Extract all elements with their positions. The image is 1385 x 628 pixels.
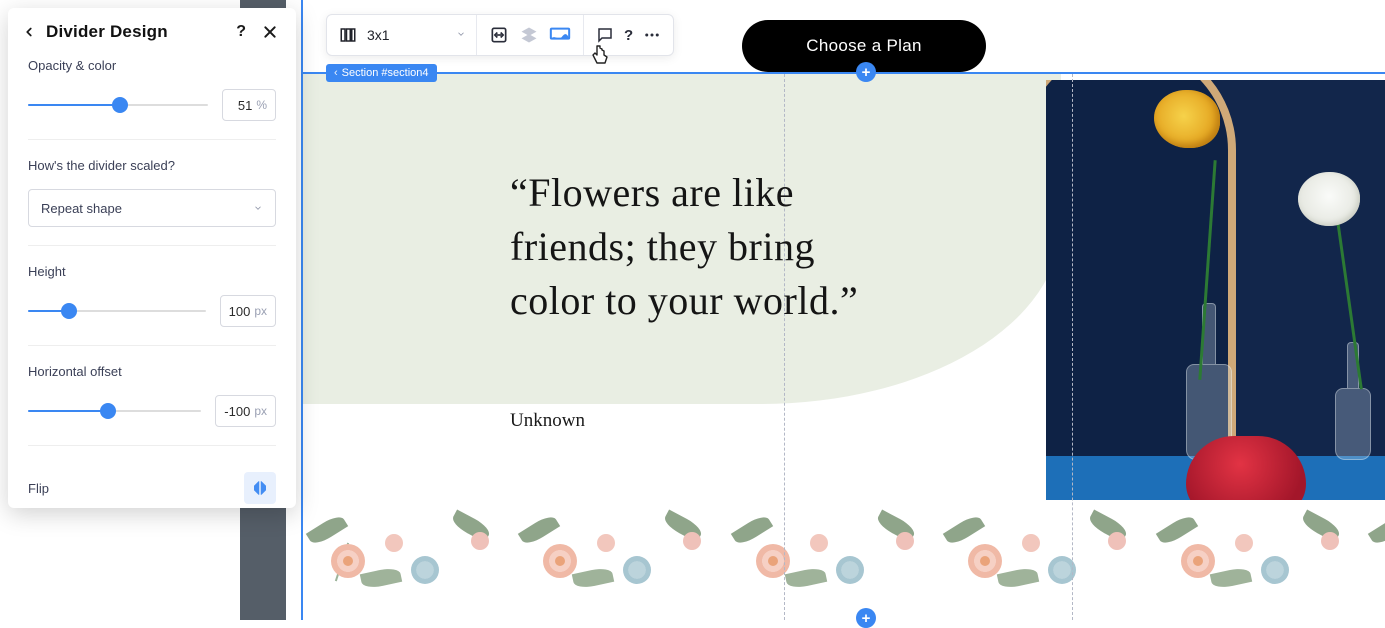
- floral-unit: [1363, 500, 1385, 618]
- opacity-value: 51: [238, 98, 252, 113]
- scale-label: How's the divider scaled?: [28, 158, 276, 173]
- height-value: 100: [229, 304, 251, 319]
- quote-author[interactable]: Unknown: [510, 410, 585, 432]
- floral-unit: [513, 500, 721, 618]
- close-icon[interactable]: [262, 24, 278, 40]
- height-slider[interactable]: [28, 301, 206, 321]
- offset-value-input[interactable]: -100 px: [215, 395, 276, 427]
- offset-unit: px: [254, 404, 267, 418]
- quote-text[interactable]: “Flowers are like friends; they bring co…: [510, 166, 860, 328]
- opacity-unit: %: [256, 98, 267, 112]
- scale-value: Repeat shape: [41, 201, 122, 216]
- opacity-value-input[interactable]: 51 %: [222, 89, 276, 121]
- scale-select[interactable]: Repeat shape: [28, 189, 276, 227]
- column-guide-2: [1072, 74, 1073, 620]
- toolbar-help-icon[interactable]: ?: [624, 27, 633, 44]
- column-guide-1: [784, 74, 785, 620]
- panel-title: Divider Design: [46, 22, 226, 42]
- opacity-slider[interactable]: [28, 95, 208, 115]
- offset-slider[interactable]: [28, 401, 201, 421]
- comment-icon[interactable]: [596, 26, 614, 44]
- grid-label: 3x1: [367, 27, 390, 43]
- section-top-line: [301, 72, 1385, 74]
- add-section-button-top[interactable]: +: [856, 62, 876, 82]
- flowers-photo[interactable]: [1046, 80, 1385, 500]
- floral-unit: [726, 500, 934, 618]
- yellow-rose: [1154, 90, 1220, 148]
- choose-plan-label: Choose a Plan: [806, 36, 921, 56]
- floral-divider-strip: [301, 500, 1385, 618]
- red-dahlia: [1186, 436, 1306, 500]
- help-icon[interactable]: ?: [236, 23, 246, 41]
- glass-bottle-2: [1330, 340, 1376, 460]
- grid-layout-select[interactable]: 3x1: [327, 15, 477, 55]
- divider-design-panel: Divider Design ? Opacity & color 51 %: [8, 8, 296, 508]
- more-icon[interactable]: [643, 26, 661, 44]
- offset-label: Horizontal offset: [28, 364, 276, 379]
- flip-horizontal-button[interactable]: [244, 472, 276, 504]
- section-tag-label: Section #section4: [342, 67, 429, 79]
- height-value-input[interactable]: 100 px: [220, 295, 276, 327]
- opacity-label: Opacity & color: [28, 58, 276, 73]
- back-icon[interactable]: [22, 25, 36, 39]
- canvas-left-border: [301, 0, 303, 620]
- stretch-icon[interactable]: [489, 25, 509, 45]
- white-rose: [1298, 172, 1360, 226]
- section-tag[interactable]: Section #section4: [326, 64, 437, 82]
- divider-icon[interactable]: [549, 25, 571, 45]
- chevron-down-icon: [456, 26, 466, 44]
- floral-unit: [938, 500, 1146, 618]
- section-toolbar: 3x1 ?: [326, 14, 674, 56]
- layers-icon[interactable]: [519, 25, 539, 45]
- height-label: Height: [28, 264, 276, 279]
- add-section-button-bottom[interactable]: +: [856, 608, 876, 628]
- height-unit: px: [254, 304, 267, 318]
- floral-unit: [301, 500, 509, 618]
- offset-value: -100: [224, 404, 250, 419]
- floral-unit: [1151, 500, 1359, 618]
- flip-label: Flip: [28, 481, 49, 496]
